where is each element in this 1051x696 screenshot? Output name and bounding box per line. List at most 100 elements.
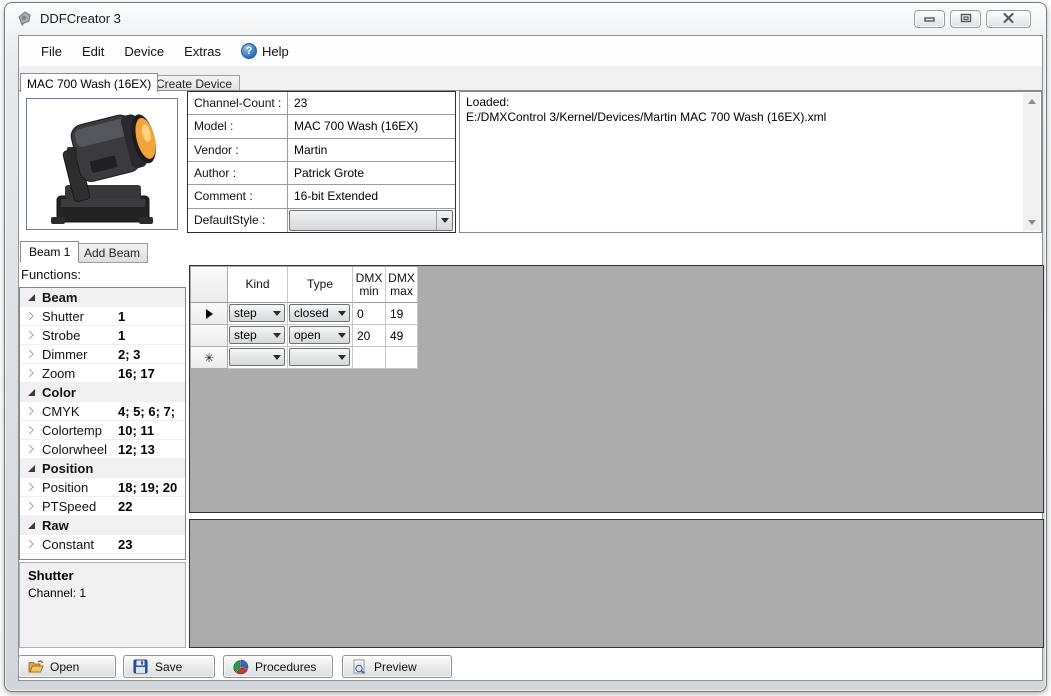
chevron-down-icon (270, 327, 284, 343)
tree-expanded-icon[interactable] (20, 465, 42, 472)
tree-expanded-icon[interactable] (20, 294, 42, 301)
column-header-dmx-min[interactable]: DMXmin (353, 267, 386, 303)
prop-value-comment[interactable]: 16-bit Extended (288, 185, 455, 207)
row-header-new[interactable]: ✳ (191, 347, 228, 369)
close-icon (1003, 10, 1014, 28)
cell-dmx-min[interactable]: 20 (353, 325, 386, 347)
tree-collapsed-icon[interactable] (20, 503, 42, 509)
scroll-up-icon[interactable] (1023, 93, 1040, 110)
tree-item-zoom[interactable]: Zoom 16; 17 (20, 364, 185, 383)
menu-file[interactable]: File (31, 40, 72, 63)
table-row: Comment : 16-bit Extended (188, 185, 455, 208)
preview-button[interactable]: Preview (342, 655, 452, 678)
tree-item-colorwheel[interactable]: Colorwheel 12; 13 (20, 440, 185, 459)
tree-expanded-icon[interactable] (20, 522, 42, 529)
tree-collapsed-icon[interactable] (20, 484, 42, 490)
tab-add-beam[interactable]: Add Beam (76, 243, 148, 263)
folder-icon (28, 659, 44, 674)
cell-dmx-min[interactable]: 0 (353, 303, 386, 325)
kind-select[interactable]: step (229, 304, 285, 322)
app-icon (16, 11, 33, 27)
menu-device[interactable]: Device (114, 40, 174, 63)
prop-value-model[interactable]: MAC 700 Wash (16EX) (288, 115, 455, 137)
kind-select[interactable]: step (229, 326, 285, 344)
row-header-current[interactable] (191, 303, 228, 325)
cell-kind: step (228, 303, 288, 325)
tree-item-shutter[interactable]: Shutter 1 (20, 307, 185, 326)
cell-dmx-max[interactable]: 49 (386, 325, 418, 347)
tree-item-channels: 16; 17 (118, 366, 185, 381)
tab-device[interactable]: MAC 700 Wash (16EX) (20, 73, 158, 92)
prop-label-model: Model : (188, 115, 288, 137)
title-bar[interactable]: DDFCreator 3 (5, 3, 1046, 34)
tree-collapsed-icon[interactable] (20, 313, 42, 319)
cell-dmx-max[interactable] (386, 347, 418, 369)
prop-cell-defaultstyle (288, 209, 455, 232)
prop-label-defaultstyle: DefaultStyle : (188, 209, 288, 232)
chevron-down-icon (270, 349, 284, 365)
maximize-button[interactable] (950, 10, 981, 28)
tree-collapsed-icon[interactable] (20, 446, 42, 452)
table-row: Model : MAC 700 Wash (16EX) (188, 115, 455, 138)
tab-beam-1[interactable]: Beam 1 (20, 241, 79, 263)
tree-item-ptspeed[interactable]: PTSpeed 22 (20, 497, 185, 516)
chevron-down-icon (335, 349, 349, 365)
restore-icon (960, 10, 972, 28)
tree-item-channels: 1 (118, 309, 185, 324)
menu-help[interactable]: ? Help (231, 39, 299, 63)
window-title: DDFCreator 3 (40, 11, 121, 26)
kind-select[interactable] (229, 348, 285, 366)
tree-group-color[interactable]: Color (20, 383, 185, 402)
menu-edit[interactable]: Edit (72, 40, 114, 63)
loaded-file-textbox[interactable]: Loaded: E:/DMXControl 3/Kernel/Devices/M… (459, 91, 1042, 233)
cell-dmx-max[interactable]: 19 (386, 303, 418, 325)
prop-value-vendor[interactable]: Martin (288, 139, 455, 161)
tree-item-dimmer[interactable]: Dimmer 2; 3 (20, 345, 185, 364)
column-header-kind[interactable]: Kind (228, 267, 288, 303)
minimize-button[interactable] (914, 10, 945, 28)
tree-collapsed-icon[interactable] (20, 427, 42, 433)
prop-label-comment: Comment : (188, 185, 288, 207)
tree-item-channels: 1 (118, 328, 185, 343)
table-row-new: ✳ (191, 347, 418, 369)
type-select[interactable]: open (289, 326, 350, 344)
tree-item-cmyk[interactable]: CMYK 4; 5; 6; 7; (20, 402, 185, 421)
close-button[interactable] (986, 10, 1031, 28)
tree-collapsed-icon[interactable] (20, 541, 42, 547)
column-header-dmx-max[interactable]: DMXmax (386, 267, 418, 303)
scroll-down-icon[interactable] (1023, 214, 1040, 231)
type-select[interactable]: closed (289, 304, 350, 322)
tree-expanded-icon[interactable] (20, 389, 42, 396)
prop-value-channel-count[interactable]: 23 (288, 92, 455, 114)
table-row: step open 20 49 (191, 325, 418, 347)
tree-group-position[interactable]: Position (20, 459, 185, 478)
loaded-scrollbar[interactable] (1023, 93, 1040, 231)
tree-item-channels: 10; 11 (118, 423, 185, 438)
open-button[interactable]: Open (18, 655, 116, 678)
function-editor-panel: Kind Type DMXmin DMXmax step (189, 265, 1044, 513)
tree-collapsed-icon[interactable] (20, 351, 42, 357)
menu-extras[interactable]: Extras (174, 40, 231, 63)
tree-item-position[interactable]: Position 18; 19; 20 (20, 478, 185, 497)
row-header[interactable] (191, 325, 228, 347)
tree-group-beam[interactable]: Beam (20, 288, 185, 307)
table-row: Vendor : Martin (188, 139, 455, 162)
procedures-button[interactable]: Procedures (223, 655, 333, 678)
functions-tree: Beam Shutter 1 Strobe 1 Dimmer (19, 287, 186, 560)
tree-collapsed-icon[interactable] (20, 332, 42, 338)
tree-item-colortemp[interactable]: Colortemp 10; 11 (20, 421, 185, 440)
type-select[interactable] (289, 348, 350, 366)
prop-value-author[interactable]: Patrick Grote (288, 162, 455, 184)
tree-collapsed-icon[interactable] (20, 370, 42, 376)
menu-help-label: Help (262, 44, 289, 59)
tree-collapsed-icon[interactable] (20, 408, 42, 414)
column-header-type[interactable]: Type (288, 267, 353, 303)
tree-item-strobe[interactable]: Strobe 1 (20, 326, 185, 345)
defaultstyle-select[interactable] (289, 210, 453, 231)
table-row: DefaultStyle : (188, 209, 455, 232)
cell-dmx-min[interactable] (353, 347, 386, 369)
tree-group-raw[interactable]: Raw (20, 516, 185, 535)
selection-title: Shutter (28, 568, 177, 583)
save-button[interactable]: Save (123, 655, 215, 678)
tree-item-constant[interactable]: Constant 23 (20, 535, 185, 554)
